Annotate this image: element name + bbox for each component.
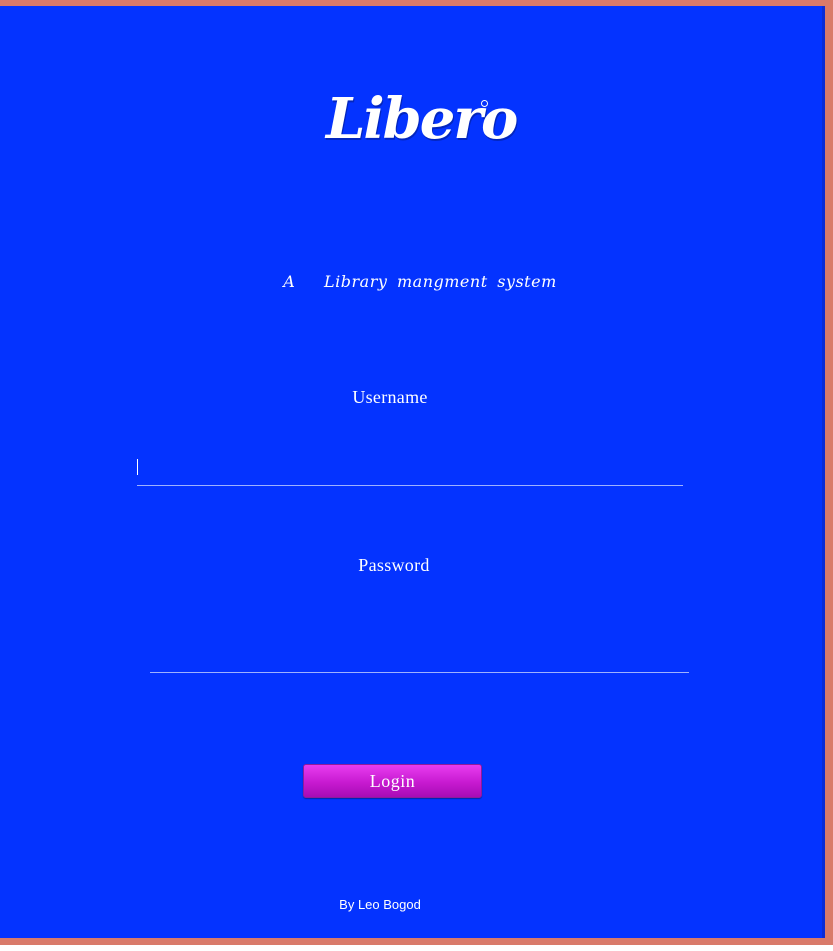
username-input[interactable] — [137, 452, 683, 486]
registered-mark-icon — [481, 100, 488, 107]
libero-logo: Libero — [326, 84, 518, 154]
app-subtitle: A Library mangment system — [283, 272, 557, 291]
login-button[interactable]: Login — [303, 764, 482, 798]
text-caret — [137, 459, 138, 475]
login-window: Libero A Library mangment system Usernam… — [0, 0, 833, 945]
logo-text: Libero — [326, 86, 518, 152]
password-input[interactable] — [150, 638, 689, 673]
username-label: Username — [352, 387, 428, 407]
author-credit: By Leo Bogod — [339, 897, 421, 912]
password-label: Password — [358, 555, 430, 575]
